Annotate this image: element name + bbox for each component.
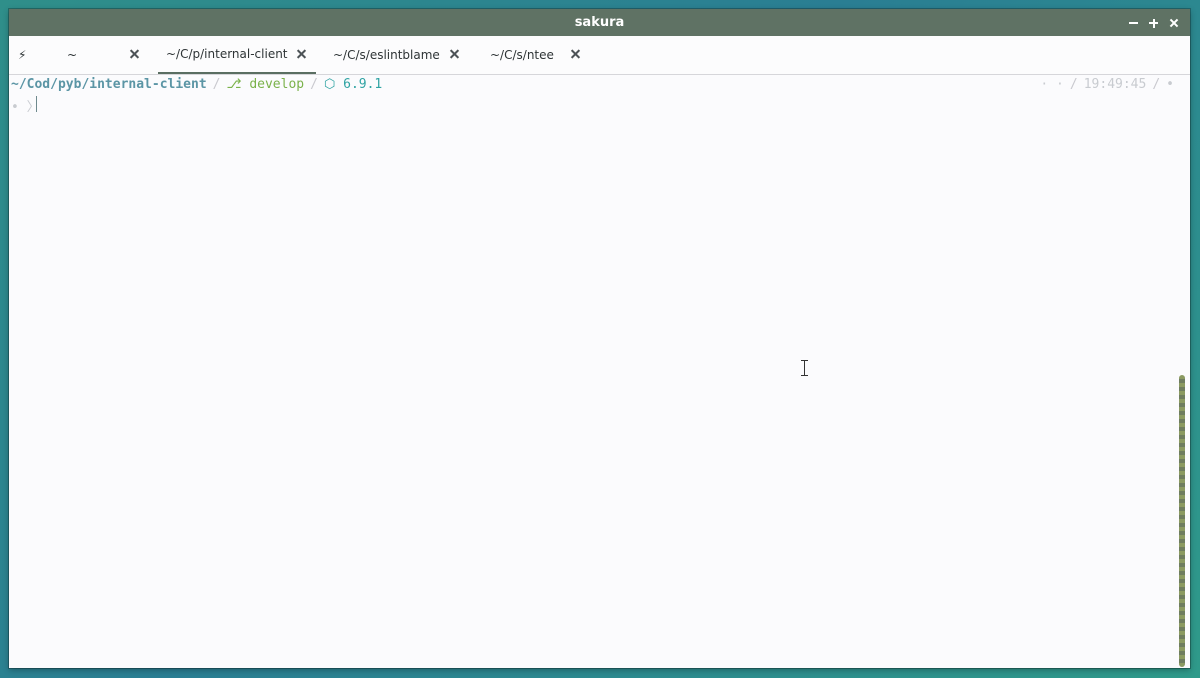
tab-close-icon[interactable] [570,48,582,60]
right-prompt-marker: • [1166,77,1174,92]
terminal-area[interactable]: ~/Cod/pyb/internal-client / ⎇ develop / ⬡ 6.… [9,75,1190,668]
git-branch: develop [249,77,305,92]
prompt-separator: / [310,77,318,92]
tab-label: ~/C/s/ntee [490,48,554,62]
maximize-icon[interactable] [1148,13,1160,31]
tab-close-icon[interactable] [296,48,308,60]
prompt-separator: / [212,77,221,92]
tab-label: ~ [67,48,78,62]
tab-label: ~/C/s/eslintblame [333,48,440,62]
node-version: 6.9.1 [343,77,383,92]
text-cursor [36,96,37,112]
scrollbar[interactable] [1179,375,1185,667]
tab-home[interactable]: ~ [67,36,159,74]
tab-bar: ⚡ ~ ~/C/p/internal-client ~/C/s/eslintbl… [9,36,1190,75]
tab-label: ~/C/p/internal-client [166,47,288,61]
prompt-line: ~/Cod/pyb/internal-client / ⎇ develop / ⬡ 6.… [11,77,382,95]
node-hexagon-icon: ⬡ [323,77,336,92]
right-prompt: · · / 19:49:45 / • [1040,77,1174,92]
close-window-icon[interactable] [1168,13,1180,31]
right-prompt-dots: · · [1040,77,1064,92]
window-controls [1128,13,1180,31]
prompt-time: 19:49:45 [1083,77,1147,92]
git-branch-icon: ⎇ [226,77,242,92]
current-directory: ~/Cod/pyb/internal-client [11,77,207,92]
tab-power[interactable]: ⚡ [18,36,48,74]
title-bar[interactable]: sakura [9,9,1190,36]
tab-close-icon[interactable] [449,48,461,60]
terminal-window: sakura ⚡ ~ ~/C/p/internal-client ~/C/s/e… [9,9,1190,668]
tab-internal-client[interactable]: ~/C/p/internal-client [158,36,316,74]
window-title: sakura [574,15,625,30]
ibeam-cursor-icon [801,360,809,376]
prompt-separator: / [1069,77,1078,92]
tab-close-icon[interactable] [129,48,141,60]
tab-eslintblame[interactable]: ~/C/s/eslintblame [333,36,467,74]
prompt-separator: / [1152,77,1161,92]
minimize-icon[interactable] [1128,13,1140,31]
tab-ntee[interactable]: ~/C/s/ntee [490,36,590,74]
lightning-icon: ⚡ [18,48,27,62]
